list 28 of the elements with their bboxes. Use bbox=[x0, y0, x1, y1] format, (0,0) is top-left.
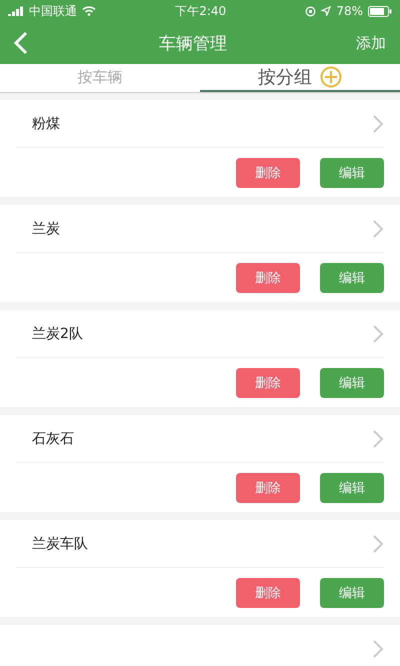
edit-button[interactable]: 编辑 bbox=[320, 262, 384, 292]
lock-rotation-icon bbox=[305, 6, 316, 16]
wifi-icon bbox=[82, 6, 96, 16]
chevron-right-icon bbox=[372, 428, 384, 448]
signal-icon bbox=[8, 6, 24, 16]
page-title: 车辆管理 bbox=[159, 32, 227, 54]
delete-button[interactable]: 删除 bbox=[236, 368, 300, 398]
edit-button[interactable]: 编辑 bbox=[320, 368, 384, 398]
delete-button[interactable]: 删除 bbox=[236, 158, 300, 188]
delete-button[interactable]: 删除 bbox=[236, 578, 300, 608]
chevron-right-icon bbox=[372, 639, 384, 659]
carrier-label: 中国联通 bbox=[29, 2, 77, 20]
edit-button[interactable]: 编辑 bbox=[320, 578, 384, 608]
add-button[interactable]: 添加 bbox=[352, 34, 390, 52]
delete-button[interactable]: 删除 bbox=[236, 262, 300, 292]
time-label: 下午2:40 bbox=[175, 2, 226, 20]
edit-button[interactable]: 编辑 bbox=[320, 472, 384, 502]
tab[interactable]: 按分组 bbox=[200, 64, 400, 92]
delete-button[interactable]: 删除 bbox=[236, 472, 300, 502]
battery-label: 78% bbox=[336, 4, 363, 18]
chevron-right-icon bbox=[372, 114, 384, 134]
edit-button[interactable]: 编辑 bbox=[320, 158, 384, 188]
location-icon bbox=[321, 6, 332, 16]
chevron-right-icon bbox=[372, 534, 384, 554]
battery-icon bbox=[368, 6, 392, 16]
chevron-right-icon bbox=[372, 218, 384, 238]
plus-circle-icon bbox=[320, 66, 342, 88]
chevron-right-icon bbox=[372, 324, 384, 344]
